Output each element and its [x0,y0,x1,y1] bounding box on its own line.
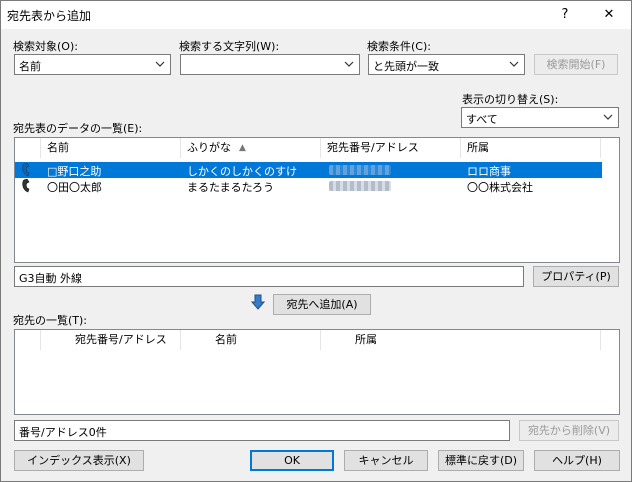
column-header-icon [15,330,41,350]
column-header-name[interactable]: 名前 [41,138,181,158]
detail-field: G3自動 外線 [14,266,524,287]
search-start-button[interactable]: 検索開始(F) [534,54,618,75]
index-display-button[interactable]: インデックス表示(X) [14,450,144,471]
address-count-field: 番号/アドレス0件 [14,420,510,441]
list-item[interactable]: 〇田〇太郎 まるたまるたろう 〇〇株式会社 [15,178,602,194]
column-header-furigana[interactable]: ふりがな ▲ [181,138,321,158]
search-target-label: 検索対象(O): [13,40,78,53]
address-list-label: 宛先表のデータの一覧(E): [13,122,143,135]
search-condition-value: と先頭が一致 [373,60,439,73]
address-list[interactable]: 名前 ふりがな ▲ 宛先番号/アドレス 所属 □野口之助 しかくのしかくのすけ … [14,137,620,263]
close-icon[interactable]: ✕ [589,1,629,29]
row-company: ロロ商事 [467,165,511,178]
add-from-address-book-dialog: 宛先表から追加 ? ✕ 検索対象(O): 検索する文字列(W): 検索条件(C)… [0,0,632,482]
row-furigana: まるたまるたろう [187,181,275,194]
search-condition-select[interactable]: と先頭が一致 [368,54,525,75]
chevron-down-icon [603,114,613,120]
reset-to-default-button[interactable]: 標準に戻す(D) [438,450,524,471]
display-switch-value: すべて [466,113,498,126]
property-button[interactable]: プロパティ(P) [533,266,619,287]
display-switch-label: 表示の切り替え(S): [462,93,559,106]
list-item[interactable]: □野口之助 しかくのしかくのすけ ロロ商事 [15,162,602,178]
column-header-name[interactable]: 名前 [181,330,321,350]
destination-list-label: 宛先の一覧(T): [13,314,88,327]
search-target-value: 名前 [19,60,41,73]
search-condition-label: 検索条件(C): [367,40,431,53]
title-bar: 宛先表から追加 ? ✕ [1,1,631,29]
row-name: □野口之助 [47,165,102,178]
display-switch-select[interactable]: すべて [461,107,619,128]
cancel-button[interactable]: キャンセル [344,450,428,471]
phone-icon [22,163,30,177]
row-name: 〇田〇太郎 [47,181,102,194]
detail-value: G3自動 外線 [19,272,83,285]
column-header-company[interactable]: 所属 [321,330,601,350]
search-target-select[interactable]: 名前 [14,54,171,75]
column-header-address[interactable]: 宛先番号/アドレス [321,138,461,158]
phone-icon [22,179,30,193]
column-header-furigana-label: ふりがな [187,141,231,154]
address-count-value: 番号/アドレス0件 [19,426,107,439]
row-address-redacted [329,181,391,191]
column-header-icon [15,138,41,158]
help-icon[interactable]: ? [545,1,585,29]
arrow-down-icon [251,294,265,310]
sort-ascending-icon: ▲ [239,143,246,153]
row-company: 〇〇株式会社 [467,181,533,194]
dialog-title: 宛先表から追加 [7,9,92,23]
row-furigana: しかくのしかくのすけ [187,165,297,178]
search-text-input[interactable] [180,54,360,75]
add-to-destination-button[interactable]: 宛先へ追加(A) [273,294,371,315]
column-header-address[interactable]: 宛先番号/アドレス [41,330,181,350]
delete-from-destination-button[interactable]: 宛先から削除(V) [519,420,619,441]
row-address-redacted [329,165,391,175]
chevron-down-icon [344,61,354,67]
chevron-down-icon [155,61,165,67]
column-header-company[interactable]: 所属 [461,138,601,158]
chevron-down-icon [509,61,519,67]
destination-list[interactable]: 宛先番号/アドレス 名前 所属 [14,329,620,415]
help-button[interactable]: ヘルプ(H) [534,450,620,471]
search-text-label: 検索する文字列(W): [179,40,280,53]
ok-button[interactable]: OK [250,450,334,471]
